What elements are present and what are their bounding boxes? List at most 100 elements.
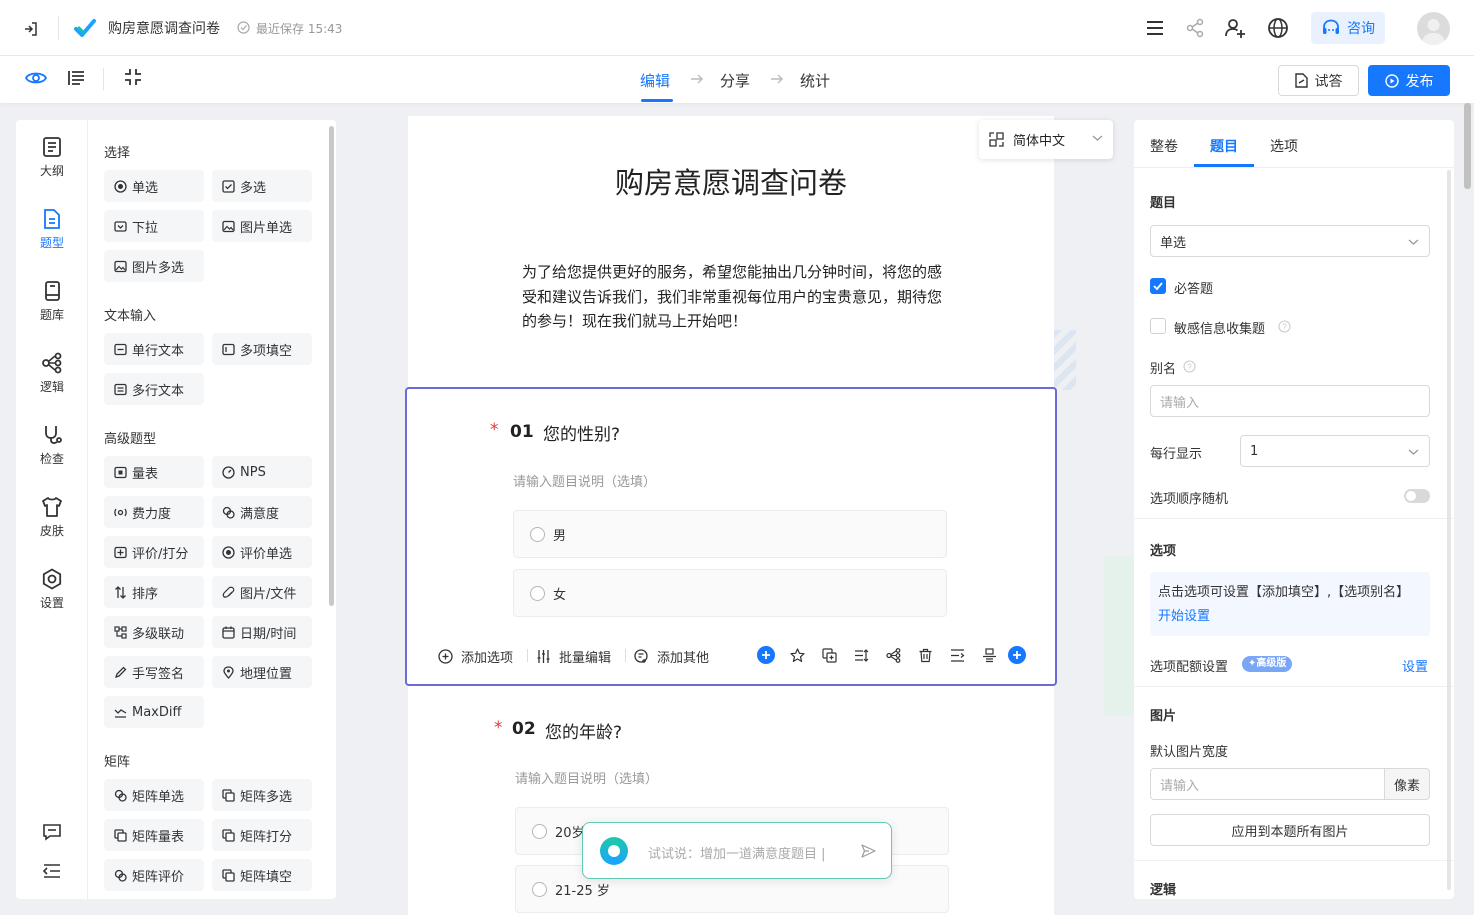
- trash-icon[interactable]: [916, 646, 934, 664]
- divider: [625, 649, 626, 662]
- share-icon[interactable]: [1182, 15, 1208, 41]
- preview-eye-icon[interactable]: [24, 66, 48, 90]
- type-single-line[interactable]: 单行文本: [104, 333, 204, 365]
- question-title[interactable]: 您的性别?: [543, 420, 620, 445]
- outline-view-icon[interactable]: [64, 66, 88, 90]
- nav-check[interactable]: 检查: [16, 424, 88, 484]
- tab-options[interactable]: 选项: [1270, 136, 1298, 156]
- nav-question-types[interactable]: 题型: [16, 208, 88, 268]
- apply-all-images-button[interactable]: 应用到本题所有图片: [1150, 814, 1430, 846]
- random-toggle[interactable]: [1404, 489, 1430, 503]
- question-type-select[interactable]: 单选: [1150, 225, 1430, 257]
- survey-intro[interactable]: 为了给您提供更好的服务，希望您能抽出几分钟时间，将您的感受和建议告诉我们，我们非…: [522, 260, 944, 334]
- type-image-multi[interactable]: 图片多选: [104, 250, 204, 282]
- panel-scrollbar[interactable]: [1447, 170, 1451, 890]
- logic-icon[interactable]: [884, 646, 902, 664]
- save-status-icon: [237, 21, 250, 34]
- quota-settings-link[interactable]: 设置: [1402, 656, 1428, 675]
- type-matrix-multi[interactable]: 矩阵多选: [212, 779, 312, 811]
- type-signature[interactable]: 手写签名: [104, 656, 204, 688]
- batch-edit-button[interactable]: 批量编辑: [536, 647, 611, 666]
- send-icon[interactable]: [859, 842, 877, 860]
- exit-icon[interactable]: [20, 18, 42, 40]
- feedback-icon[interactable]: [40, 820, 64, 844]
- star-icon[interactable]: [788, 646, 806, 664]
- insert-after-icon[interactable]: [1008, 646, 1026, 664]
- question-title[interactable]: 您的年龄?: [545, 718, 622, 743]
- type-maxdiff[interactable]: MaxDiff: [104, 696, 204, 728]
- nav-settings[interactable]: 设置: [16, 568, 88, 628]
- type-single-choice[interactable]: 单选: [104, 170, 204, 202]
- type-location[interactable]: 地理位置: [212, 656, 312, 688]
- type-cascade[interactable]: 多级联动: [104, 616, 204, 648]
- ai-input-placeholder[interactable]: 试试说：增加一道满意度题目 |: [648, 843, 826, 862]
- layout-icon[interactable]: [980, 646, 998, 664]
- nav-outline[interactable]: 大纲: [16, 136, 88, 196]
- type-matrix-scale[interactable]: 矩阵量表: [104, 819, 204, 851]
- alias-input[interactable]: 请输入: [1150, 385, 1430, 417]
- page-break-icon[interactable]: [948, 646, 966, 664]
- question-description[interactable]: 请输入题目说明（选填）: [513, 471, 656, 490]
- collapse-icon[interactable]: [121, 65, 145, 89]
- question-description[interactable]: 请输入题目说明（选填）: [515, 768, 658, 787]
- type-rating[interactable]: 评价/打分: [104, 536, 204, 568]
- divider: [1134, 518, 1454, 519]
- add-other-button[interactable]: 添加其他: [634, 647, 709, 666]
- type-sort[interactable]: 排序: [104, 576, 204, 608]
- start-settings-link[interactable]: 开始设置: [1158, 609, 1210, 624]
- question-card-selected[interactable]: * 01 您的性别? 请输入题目说明（选填） 男 女 添加选项 批量编辑 添加其…: [405, 387, 1057, 686]
- language-selector[interactable]: 简体中文: [979, 120, 1113, 159]
- palette-scrollbar[interactable]: [329, 126, 334, 606]
- type-dropdown[interactable]: 下拉: [104, 210, 204, 242]
- nav-logic[interactable]: 逻辑: [16, 352, 88, 412]
- type-matrix-single[interactable]: 矩阵单选: [104, 779, 204, 811]
- type-image-single[interactable]: 图片单选: [212, 210, 312, 242]
- type-multi-choice[interactable]: 多选: [212, 170, 312, 202]
- step-share[interactable]: 分享: [720, 70, 750, 91]
- image-width-input[interactable]: 请输入: [1150, 768, 1386, 800]
- nav-skin[interactable]: 皮肤: [16, 496, 88, 556]
- add-option-button[interactable]: 添加选项: [438, 647, 513, 666]
- add-user-icon[interactable]: [1222, 15, 1248, 41]
- step-stats[interactable]: 统计: [800, 70, 830, 91]
- required-checkbox[interactable]: [1150, 278, 1166, 294]
- type-matrix-blank[interactable]: 矩阵填空: [212, 859, 312, 891]
- survey-title[interactable]: 购房意愿调查问卷: [108, 18, 220, 38]
- avatar[interactable]: [1417, 12, 1450, 45]
- type-multi-blank[interactable]: 多项填空: [212, 333, 312, 365]
- type-matrix-rating[interactable]: 矩阵评价: [104, 859, 204, 891]
- move-icon[interactable]: [852, 646, 870, 664]
- consult-button[interactable]: 咨询: [1311, 12, 1385, 44]
- survey-main-title[interactable]: 购房意愿调查问卷: [408, 160, 1054, 202]
- menu-icon[interactable]: [1142, 15, 1168, 41]
- tab-question[interactable]: 题目: [1210, 136, 1238, 156]
- publish-button[interactable]: 发布: [1368, 65, 1450, 96]
- type-satisfaction[interactable]: 满意度: [212, 496, 312, 528]
- ai-assistant-input[interactable]: 试试说：增加一道满意度题目 |: [582, 822, 892, 879]
- type-image-file[interactable]: 图片/文件: [212, 576, 312, 608]
- option-item[interactable]: 女: [513, 569, 947, 617]
- type-multi-line[interactable]: 多行文本: [104, 373, 204, 405]
- sensitive-checkbox[interactable]: [1150, 318, 1166, 334]
- insert-before-icon[interactable]: [757, 646, 775, 664]
- tab-survey[interactable]: 整卷: [1150, 136, 1178, 156]
- nav-question-bank[interactable]: 题库: [16, 280, 88, 340]
- type-rating-single[interactable]: 评价单选: [212, 536, 312, 568]
- option-item[interactable]: 男: [513, 510, 947, 558]
- step-edit[interactable]: 编辑: [640, 70, 670, 91]
- matrix-icon: [113, 868, 127, 882]
- collapse-panel-icon[interactable]: [40, 859, 64, 883]
- per-row-select[interactable]: 1: [1240, 435, 1430, 467]
- help-icon[interactable]: ?: [1183, 360, 1196, 373]
- type-matrix-score[interactable]: 矩阵打分: [212, 819, 312, 851]
- type-nps[interactable]: NPS: [212, 456, 312, 488]
- type-scale[interactable]: 量表: [104, 456, 204, 488]
- svg-text:?: ?: [1282, 323, 1287, 332]
- copy-icon[interactable]: [820, 646, 838, 664]
- trial-button[interactable]: 试答: [1278, 65, 1359, 96]
- type-effort[interactable]: 费力度: [104, 496, 204, 528]
- globe-icon[interactable]: [1265, 15, 1291, 41]
- type-date-time[interactable]: 日期/时间: [212, 616, 312, 648]
- help-icon[interactable]: ?: [1278, 320, 1291, 333]
- page-scrollbar[interactable]: [1464, 103, 1471, 189]
